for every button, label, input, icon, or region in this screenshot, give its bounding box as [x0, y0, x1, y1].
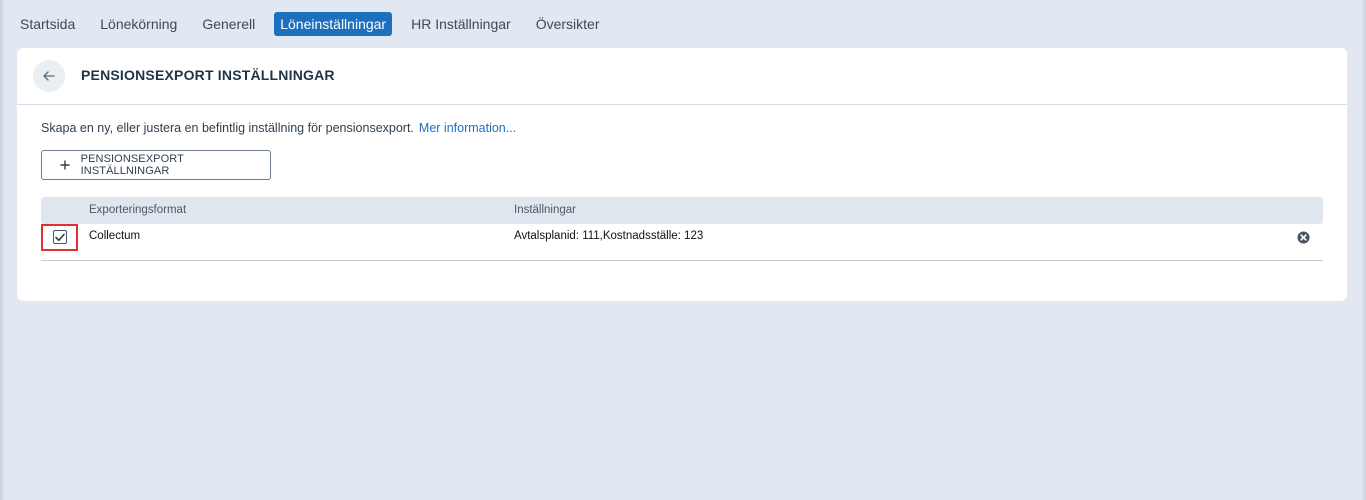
table-row[interactable]: Collectum Avtalsplanid: 111,Kostnadsstäl… — [41, 224, 1323, 261]
nav-item-loneinstallningar[interactable]: Löneinställningar — [274, 12, 393, 36]
cell-format: Collectum — [89, 230, 141, 242]
checkmark-icon — [55, 233, 65, 241]
page-title: PENSIONSEXPORT INSTÄLLNINGAR — [81, 67, 335, 83]
description-text: Skapa en ny, eller justera en befintlig … — [41, 121, 414, 135]
top-navigation: Startsida Lönekörning Generell Löneinstä… — [14, 12, 619, 36]
close-circle-icon[interactable] — [1297, 231, 1310, 244]
nav-item-generell[interactable]: Generell — [196, 12, 261, 36]
more-info-link[interactable]: Mer information... — [419, 121, 516, 135]
description: Skapa en ny, eller justera en befintlig … — [41, 121, 516, 135]
left-edge-shadow — [0, 0, 5, 500]
table-header: Exporteringsformat Inställningar — [41, 197, 1323, 224]
settings-card: PENSIONSEXPORT INSTÄLLNINGAR Skapa en ny… — [17, 48, 1347, 301]
add-pension-export-setting-button[interactable]: PENSIONSEXPORT INSTÄLLNINGAR — [41, 150, 271, 180]
cell-settings: Avtalsplanid: 111,Kostnadsställe: 123 — [514, 230, 704, 242]
arrow-left-icon — [43, 71, 55, 81]
plus-icon — [59, 159, 71, 171]
back-button[interactable] — [33, 60, 65, 92]
row-checkbox[interactable] — [53, 230, 67, 244]
column-header-format: Exporteringsformat — [89, 204, 187, 216]
settings-table: Exporteringsformat Inställningar Collect… — [41, 197, 1323, 261]
right-edge-shadow — [1361, 0, 1366, 500]
nav-item-lonekorning[interactable]: Lönekörning — [94, 12, 183, 36]
nav-item-startsida[interactable]: Startsida — [14, 12, 81, 36]
add-button-label: PENSIONSEXPORT INSTÄLLNINGAR — [80, 153, 184, 177]
card-header: PENSIONSEXPORT INSTÄLLNINGAR — [17, 48, 1347, 105]
nav-item-hr-installningar[interactable]: HR Inställningar — [405, 12, 517, 36]
nav-item-oversikter[interactable]: Översikter — [530, 12, 606, 36]
column-header-settings: Inställningar — [514, 204, 577, 216]
